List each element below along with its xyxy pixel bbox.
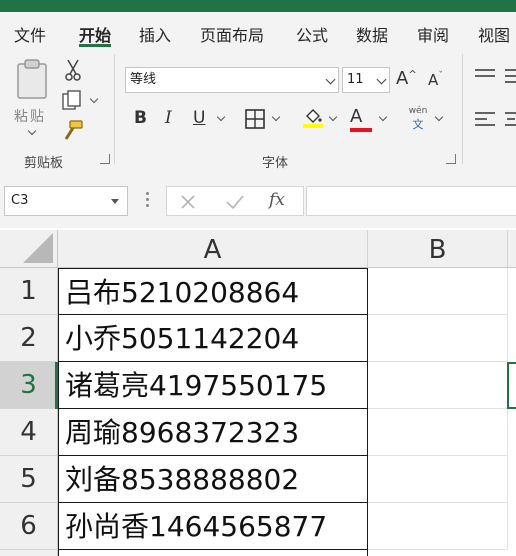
paste-dropdown-icon[interactable]	[27, 126, 37, 136]
paste-label: 粘贴	[14, 109, 46, 125]
formula-input[interactable]	[306, 186, 516, 216]
chevron-down-icon	[376, 74, 387, 85]
cell-a7[interactable]	[58, 550, 368, 556]
active-tab-indicator	[79, 44, 111, 47]
chevron-down-icon	[325, 74, 336, 85]
font-launcher-icon[interactable]	[446, 154, 456, 164]
phonetic-char: 文	[412, 118, 424, 131]
tab-page-layout[interactable]: 页面布局	[200, 22, 264, 46]
tab-insert[interactable]: 插入	[139, 22, 171, 46]
insert-function-button[interactable]: fx	[269, 190, 285, 210]
tab-data[interactable]: 数据	[356, 22, 388, 46]
cell-b1[interactable]	[368, 268, 508, 315]
cell-a6[interactable]: 孙尚香1464565877	[58, 503, 368, 550]
select-all-triangle-icon	[23, 233, 53, 263]
row-header-4[interactable]: 4	[0, 409, 58, 456]
align-top-icon[interactable]	[474, 68, 496, 84]
copy-icon[interactable]	[61, 90, 83, 112]
column-header-b[interactable]: B	[368, 230, 508, 268]
row-header-2[interactable]: 2	[0, 315, 58, 362]
paste-button[interactable]: 粘贴	[12, 58, 52, 138]
active-cell-c3[interactable]	[507, 362, 516, 409]
align-center-icon[interactable]	[504, 110, 516, 130]
font-name-value: 等线	[130, 72, 157, 87]
clipboard-launcher-icon[interactable]	[100, 154, 110, 164]
cell-a4[interactable]: 周瑜8968372323	[58, 409, 368, 456]
cell-a3[interactable]: 诸葛亮4197550175	[58, 362, 368, 409]
formula-buttons: fx	[166, 186, 304, 216]
phonetic-pinyin: wén	[408, 106, 428, 116]
cell-a2[interactable]: 小乔5051142204	[58, 315, 368, 362]
borders-icon[interactable]	[245, 109, 265, 129]
borders-dropdown-icon[interactable]	[271, 112, 281, 122]
underline-dropdown-icon[interactable]	[216, 112, 226, 122]
font-color-dropdown-icon[interactable]	[378, 112, 388, 122]
ribbon: 粘贴 剪贴板 等线 11 A^ Aˇ B I U A wén 文 字体	[0, 48, 516, 173]
formula-bar-grip-icon[interactable]	[146, 192, 149, 208]
cell-a5[interactable]: 刘备8538888802	[58, 456, 368, 503]
name-box[interactable]: C3	[4, 186, 128, 216]
column-header-a[interactable]: A	[58, 230, 368, 268]
cell-b4[interactable]	[368, 409, 508, 456]
phonetic-dropdown-icon[interactable]	[434, 112, 444, 122]
row-header-5[interactable]: 5	[0, 456, 58, 503]
font-size-value: 11	[347, 72, 364, 87]
tab-home[interactable]: 开始	[79, 22, 111, 46]
wrap-icon[interactable]	[504, 66, 516, 86]
font-size-select[interactable]: 11	[342, 67, 390, 93]
grow-font-button[interactable]: A^	[396, 68, 417, 89]
row-header-7[interactable]	[0, 550, 58, 556]
tab-review[interactable]: 审阅	[417, 22, 449, 46]
copy-dropdown-icon[interactable]	[89, 94, 99, 104]
cell-b5[interactable]	[368, 456, 508, 503]
tab-view[interactable]: 视图	[478, 22, 510, 46]
ribbon-separator	[462, 54, 463, 164]
font-color-button[interactable]: A	[350, 106, 362, 127]
row-header-6[interactable]: 6	[0, 503, 58, 550]
ribbon-tab-bar: 文件 开始 插入 页面布局 公式 数据 审阅 视图	[0, 12, 516, 48]
name-box-dropdown-icon[interactable]	[111, 199, 119, 204]
grow-font-glyph: A	[396, 68, 409, 89]
column-header-c[interactable]	[508, 230, 516, 268]
cut-icon[interactable]	[64, 58, 82, 82]
bold-button[interactable]: B	[134, 108, 147, 128]
font-color-swatch	[350, 128, 372, 132]
row-header-3[interactable]: 3	[0, 362, 58, 409]
cell-a1[interactable]: 吕布5210208864	[58, 268, 368, 315]
clipboard-icon	[17, 59, 47, 99]
name-box-value: C3	[11, 193, 29, 208]
cell-b2[interactable]	[368, 315, 508, 362]
font-color-glyph: A	[350, 106, 363, 127]
fill-color-icon[interactable]	[302, 106, 324, 128]
enter-icon[interactable]	[225, 193, 245, 211]
tab-file[interactable]: 文件	[14, 22, 46, 46]
shrink-font-button[interactable]: Aˇ	[428, 70, 443, 90]
cell-b6[interactable]	[368, 503, 508, 550]
title-bar	[0, 0, 516, 12]
phonetic-guide-button[interactable]: wén 文	[404, 106, 432, 136]
tab-formulas[interactable]: 公式	[296, 22, 328, 46]
cell-b3[interactable]	[368, 362, 508, 409]
font-name-select[interactable]: 等线	[125, 67, 339, 93]
underline-button[interactable]: U	[193, 108, 205, 128]
select-all-corner[interactable]	[0, 230, 58, 268]
format-painter-icon[interactable]	[62, 120, 84, 142]
row-header-1[interactable]: 1	[0, 268, 58, 315]
fill-color-dropdown-icon[interactable]	[328, 112, 338, 122]
clipboard-group-label: 剪贴板	[24, 156, 64, 171]
ribbon-separator	[114, 54, 115, 164]
cancel-icon[interactable]	[179, 193, 197, 211]
align-left-icon[interactable]	[474, 110, 496, 130]
shrink-font-glyph: A	[428, 71, 439, 89]
font-group-label: 字体	[262, 156, 289, 171]
italic-button[interactable]: I	[165, 108, 172, 128]
